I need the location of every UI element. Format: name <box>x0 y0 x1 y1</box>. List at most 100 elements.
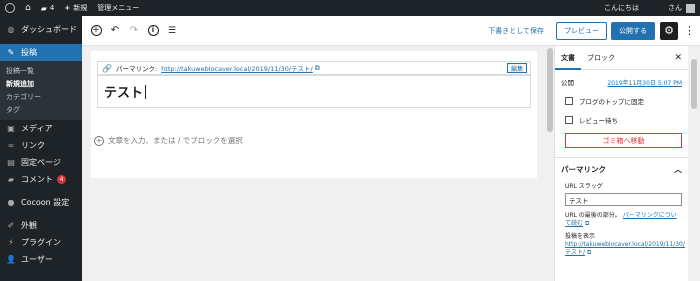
sidebar-item-label: ユーザー <box>21 255 53 264</box>
sticky-row: ブログのトップに固定 <box>555 95 688 107</box>
sidebar-item-label: Cocoon 設定 <box>21 198 70 207</box>
comments-count: 4 <box>49 4 55 12</box>
plus-circle-icon: + <box>90 25 102 36</box>
home-icon-button[interactable]: ⌂ <box>20 0 36 16</box>
submenu-item-categories[interactable]: カテゴリー <box>0 90 82 103</box>
appender-placeholder: 文章を入力、または / でブロックを選択 <box>108 136 243 145</box>
pending-review-checkbox[interactable] <box>565 116 573 124</box>
view-post-label: 投稿を表示 <box>565 233 596 241</box>
save-draft-button[interactable]: 下書きとして保存 <box>488 26 544 36</box>
content-info-button[interactable]: i <box>146 24 160 38</box>
scrollbar-thumb[interactable] <box>547 48 553 132</box>
slug-input[interactable]: テスト <box>565 193 682 206</box>
publish-button[interactable]: 公開する <box>611 21 655 40</box>
new-label: 新規 <box>73 4 88 12</box>
plus-icon: + <box>64 4 71 12</box>
default-block-appender[interactable]: + 文章を入力、または / でブロックを選択 <box>94 135 243 146</box>
permalink-edit-button[interactable]: 編集 <box>506 63 527 73</box>
avatar <box>686 3 695 13</box>
tab-block[interactable]: ブロック <box>581 46 621 70</box>
user-suffix: さん <box>668 4 682 12</box>
gear-icon: ⚙ <box>664 24 674 37</box>
sidebar-item-label: ダッシュボード <box>21 25 77 34</box>
sidebar-item-label: 外観 <box>21 221 37 230</box>
view-post-url-link[interactable]: http://takuweblocaver.local/2019/11/30/テ… <box>565 241 685 256</box>
plugin-icon: ⚡ <box>8 238 14 247</box>
sidebar-item-links[interactable]: ∞ リンク <box>0 137 82 154</box>
publish-date-link[interactable]: 2019年11月30日 5:07 PM <box>607 78 682 87</box>
admin-sidebar: ◍ ダッシュボード ✎ 投稿 投稿一覧 新規追加 カテゴリー タグ ▣ メディア… <box>0 16 82 281</box>
scrollbar-thumb[interactable] <box>691 59 697 109</box>
posts-submenu: 投稿一覧 新規追加 カテゴリー タグ <box>0 61 82 120</box>
home-icon: ⌂ <box>25 3 31 13</box>
sidebar-item-pages[interactable]: ▤ 固定ページ <box>0 154 82 171</box>
submenu-item-add-new[interactable]: 新規追加 <box>0 77 82 90</box>
sidebar-item-label: コメント <box>21 175 53 184</box>
block-navigation-button[interactable]: ☰ <box>165 24 179 38</box>
editor-content-area: 🔗 パーマリンク: http://takuweblocaver.local/20… <box>82 46 546 281</box>
post-title-text: テスト <box>104 86 144 101</box>
pushpin-icon: ✎ <box>7 48 15 57</box>
user-icon: 👤 <box>6 255 16 264</box>
dashboard-icon: ◍ <box>7 25 15 34</box>
comment-icon: ▰ <box>7 175 15 184</box>
settings-sidebar: 文書 ブロック ✕ 公開 2019年11月30日 5:07 PM ブログのトップ… <box>554 46 688 281</box>
more-vertical-icon: ⋮ <box>684 24 695 37</box>
comments-button[interactable]: ▰ 4 <box>36 0 60 16</box>
sidebar-item-cocoon[interactable]: ● Cocoon 設定 <box>0 194 82 211</box>
more-menu-button[interactable]: ⋮ <box>684 24 695 37</box>
help-prefix: URL の最後の部分。 <box>565 212 621 219</box>
slug-value: テスト <box>569 196 589 205</box>
pending-label: レビュー待ち <box>579 117 618 125</box>
settings-toggle-button[interactable]: ⚙ <box>660 21 678 40</box>
sidebar-item-label: 固定ページ <box>21 158 61 167</box>
chevron-up-icon: ︿ <box>674 164 682 174</box>
sticky-label: ブログのトップに固定 <box>579 98 644 106</box>
move-to-trash-button[interactable]: ゴミ箱へ移動 <box>565 133 682 148</box>
sidebar-item-label: プラグイン <box>21 238 61 247</box>
sidebar-item-users[interactable]: 👤 ユーザー <box>0 251 82 268</box>
link-icon: 🔗 <box>102 63 112 73</box>
link-icon: ∞ <box>7 141 15 150</box>
settings-tabs: 文書 ブロック ✕ <box>555 46 688 70</box>
submenu-item-tags[interactable]: タグ <box>0 103 82 116</box>
slug-help-text: URL の最後の部分。 パーマリンクについて読む ⧉ <box>555 212 688 228</box>
sticky-checkbox[interactable] <box>565 97 573 105</box>
wordpress-icon <box>5 3 15 13</box>
close-settings-button[interactable]: ✕ <box>674 53 682 63</box>
permalink-panel-toggle[interactable]: パーマリンク ︿ <box>555 158 688 180</box>
redo-button[interactable]: ↷ <box>127 24 141 38</box>
permalink-label: パーマリンク: <box>115 65 158 73</box>
editor-header-toolbar: + ↶ ↷ i ☰ 下書きとして保存 プレビュー 公開する ⚙ ⋮ <box>82 16 700 46</box>
sidebar-item-posts[interactable]: ✎ 投稿 <box>0 44 82 61</box>
text-caret <box>145 84 147 99</box>
tab-document[interactable]: 文書 <box>555 46 581 70</box>
editor-scrollbar[interactable] <box>546 46 554 281</box>
sidebar-item-media[interactable]: ▣ メディア <box>0 120 82 137</box>
greeting-text[interactable]: こんにちは <box>599 0 663 16</box>
sidebar-item-label: リンク <box>21 141 45 150</box>
submenu-item-all-posts[interactable]: 投稿一覧 <box>0 64 82 77</box>
admin-menu-link[interactable]: 管理メニュー <box>92 0 144 16</box>
external-link-icon: ⧉ <box>314 63 320 72</box>
post-title-input[interactable]: テスト <box>97 75 531 108</box>
settings-scrollbar[interactable] <box>688 46 700 281</box>
close-icon: ✕ <box>674 52 682 63</box>
sidebar-item-appearance[interactable]: ✐ 外観 <box>0 217 82 234</box>
new-content-button[interactable]: + 新規 <box>59 0 92 16</box>
undo-button[interactable]: ↶ <box>108 24 122 38</box>
paintbrush-icon: ✐ <box>7 221 15 230</box>
publish-row: 公開 2019年11月30日 5:07 PM <box>555 76 688 88</box>
permalink-url-link[interactable]: http://takuweblocaver.local/2019/11/30/テ… <box>161 63 313 73</box>
sidebar-item-comments[interactable]: ▰ コメント 4 <box>0 171 82 188</box>
external-link-icon: ⧉ <box>584 220 590 228</box>
publish-label: 公開 <box>561 79 574 87</box>
greeting-label: こんにちは <box>604 4 639 12</box>
wordpress-logo-button[interactable] <box>0 0 20 16</box>
sidebar-item-plugins[interactable]: ⚡ プラグイン <box>0 234 82 251</box>
preview-button[interactable]: プレビュー <box>556 21 607 40</box>
add-block-button[interactable]: + <box>89 24 103 38</box>
sidebar-item-dashboard[interactable]: ◍ ダッシュボード <box>0 21 82 38</box>
plus-circle-icon: + <box>94 135 104 146</box>
user-account-button[interactable]: さん <box>663 0 700 16</box>
